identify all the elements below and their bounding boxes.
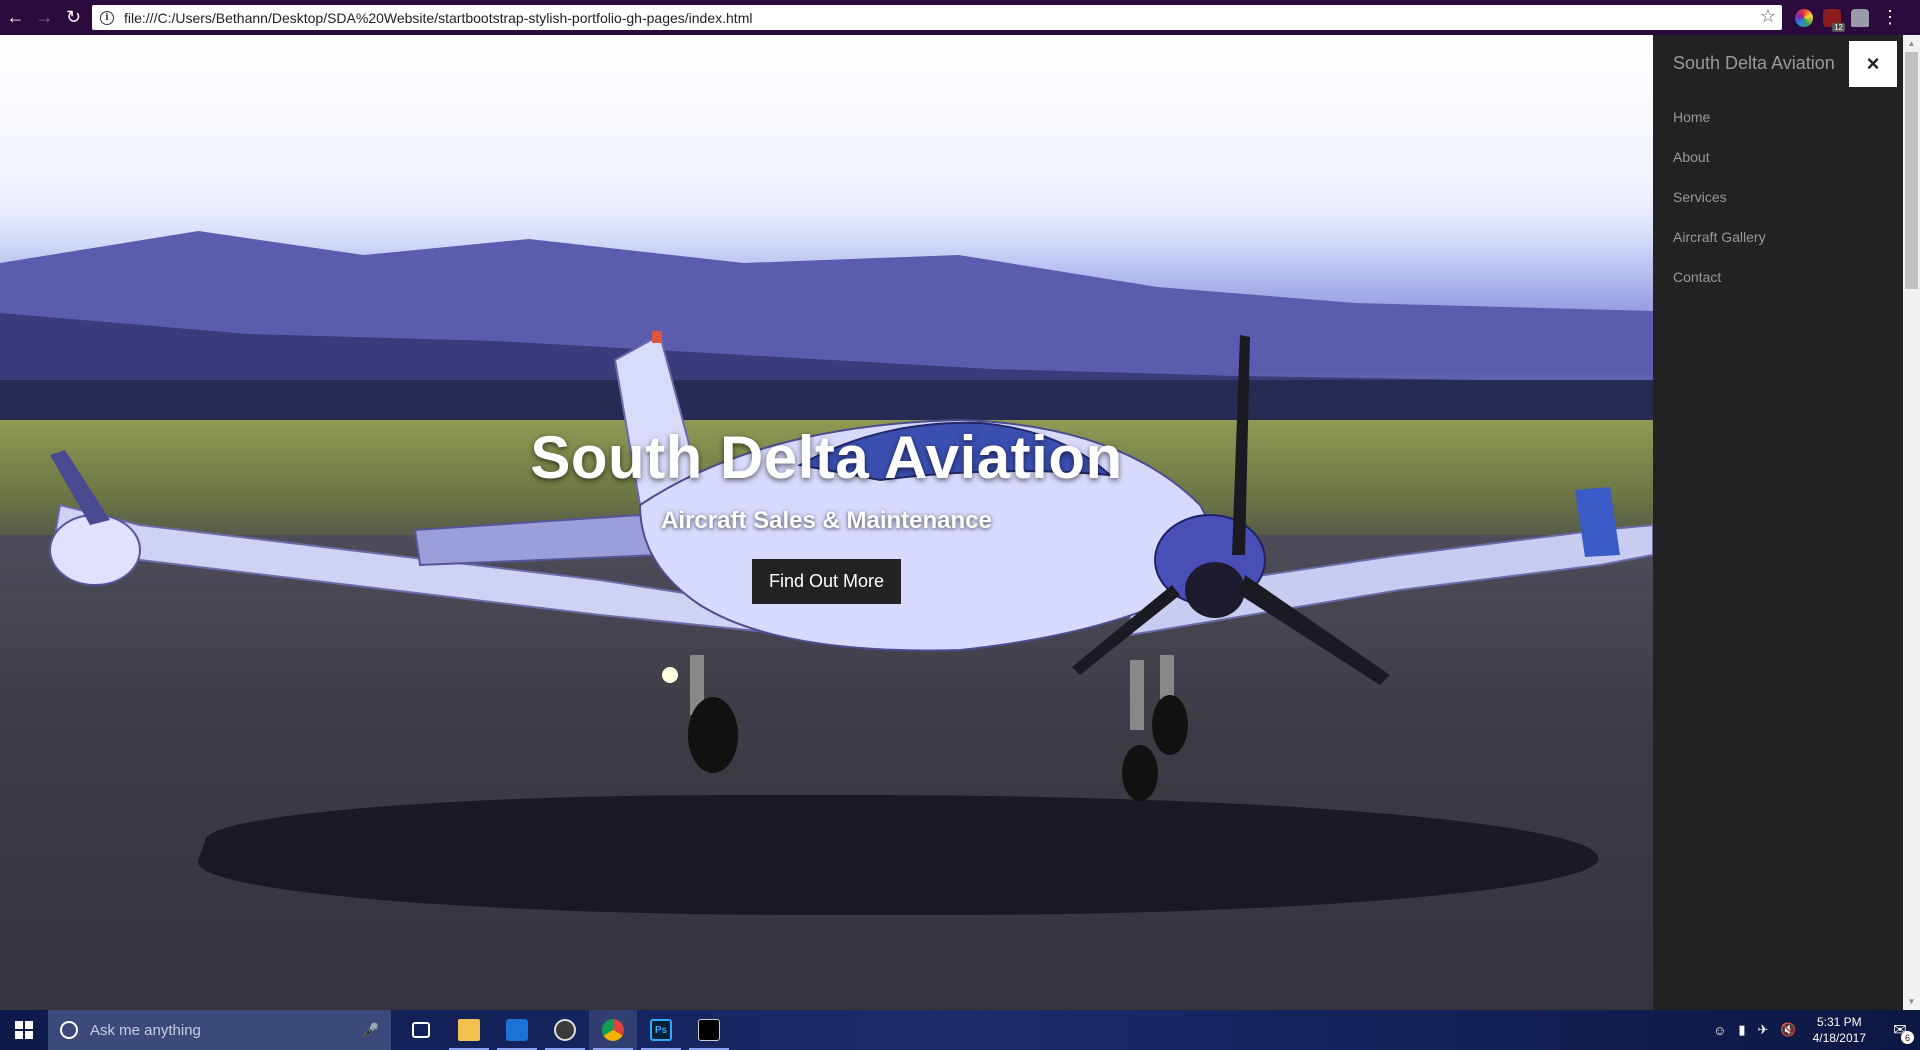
sidebar-item-contact: Contact xyxy=(1673,257,1766,297)
hero-title: South Delta Aviation xyxy=(530,424,1123,491)
ublock-badge: 12 xyxy=(1832,22,1845,32)
search-placeholder[interactable]: Ask me anything xyxy=(90,1022,201,1039)
sidebar-brand[interactable]: South Delta Aviation xyxy=(1673,53,1835,74)
address-bar[interactable]: i file:///C:/Users/Bethann/Desktop/SDA%2… xyxy=(92,5,1782,30)
menu-icon[interactable]: ⋮ xyxy=(1881,7,1899,28)
hero-content: South Delta Aviation Aircraft Sales & Ma… xyxy=(0,423,1653,604)
command-prompt-icon xyxy=(698,1019,720,1041)
network-icon[interactable]: ✈ xyxy=(1758,1022,1769,1038)
sidebar-item-label[interactable]: Contact xyxy=(1673,269,1721,285)
app-icon xyxy=(554,1019,576,1041)
photoshop-icon: Ps xyxy=(650,1019,672,1041)
reload-icon[interactable]: ↻ xyxy=(60,4,87,31)
sidebar-item-about: About xyxy=(1673,137,1766,177)
taskbar-command-prompt[interactable] xyxy=(685,1010,733,1050)
app-icon xyxy=(506,1019,528,1041)
star-icon[interactable]: ☆ xyxy=(1760,6,1776,27)
sidebar-item-label[interactable]: About xyxy=(1673,149,1710,165)
taskbar-photoshop[interactable]: Ps xyxy=(637,1010,685,1050)
browser-toolbar: ← → ↻ i file:///C:/Users/Bethann/Desktop… xyxy=(0,0,1920,35)
system-clock[interactable]: 5:31 PM 4/18/2017 xyxy=(1813,1014,1866,1046)
forward-icon[interactable]: → xyxy=(31,4,58,31)
folder-icon xyxy=(458,1019,480,1041)
battery-icon[interactable]: ▮ xyxy=(1738,1022,1745,1038)
task-view-button[interactable] xyxy=(397,1010,445,1050)
sidebar-item-home: Home xyxy=(1673,97,1766,137)
taskbar-chrome[interactable] xyxy=(589,1010,637,1050)
close-icon[interactable]: × xyxy=(1849,41,1897,87)
taskbar-apps: Ps xyxy=(397,1010,733,1050)
sidebar-item-label[interactable]: Services xyxy=(1673,189,1727,205)
scroll-down-icon[interactable]: ▼ xyxy=(1903,993,1920,1010)
taskbar-app[interactable] xyxy=(541,1010,589,1050)
sidebar-item-label[interactable]: Home xyxy=(1673,109,1710,125)
scroll-up-icon[interactable]: ▲ xyxy=(1903,35,1920,52)
url-text[interactable]: file:///C:/Users/Bethann/Desktop/SDA%20W… xyxy=(124,10,752,26)
scroll-thumb[interactable] xyxy=(1905,52,1918,289)
clock-date: 4/18/2017 xyxy=(1812,1031,1866,1045)
info-icon[interactable]: i xyxy=(100,10,114,25)
ghostery-icon[interactable] xyxy=(1851,8,1869,27)
sidebar-item-aircraft-gallery: Aircraft Gallery xyxy=(1673,217,1766,257)
task-view-icon xyxy=(412,1022,430,1038)
action-center-button[interactable]: ✉ 6 xyxy=(1880,1010,1920,1050)
sidebar-item-label[interactable]: Aircraft Gallery xyxy=(1673,229,1766,245)
clock-time: 5:31 PM xyxy=(1816,1015,1862,1029)
back-icon[interactable]: ← xyxy=(2,4,29,31)
notification-count: 6 xyxy=(1901,1031,1914,1044)
sidebar-item-services: Services xyxy=(1673,177,1766,217)
volume-muted-icon[interactable]: 🔇 xyxy=(1780,1022,1796,1038)
windows-logo-icon xyxy=(15,1021,33,1039)
ublock-icon[interactable]: 12 xyxy=(1823,8,1845,32)
taskbar-app[interactable] xyxy=(493,1010,541,1050)
extension-icons: 12 ⋮ xyxy=(1795,7,1899,32)
find-out-more-button[interactable]: Find Out More xyxy=(751,559,902,604)
color-extension-icon[interactable] xyxy=(1795,8,1813,27)
sidebar-nav: Home About Services Aircraft Gallery Con… xyxy=(1673,97,1766,297)
chrome-icon xyxy=(602,1019,624,1041)
microphone-icon[interactable]: 🎤 xyxy=(362,1022,379,1039)
page-scrollbar[interactable]: ▲ ▼ xyxy=(1903,35,1920,1010)
sidebar-wrapper: South Delta Aviation × Home About Servic… xyxy=(1653,35,1903,1010)
start-button[interactable] xyxy=(0,1010,48,1050)
system-tray: ☺ ▮ ✈ 🔇 5:31 PM 4/18/2017 ✉ 6 xyxy=(1713,1010,1920,1050)
cortana-search-box[interactable]: Ask me anything 🎤 xyxy=(48,1010,391,1050)
taskbar-file-explorer[interactable] xyxy=(445,1010,493,1050)
people-icon[interactable]: ☺ xyxy=(1713,1023,1726,1038)
hero-subtitle: Aircraft Sales & Maintenance xyxy=(661,507,992,534)
hero-section: South Delta Aviation Aircraft Sales & Ma… xyxy=(0,35,1653,1010)
page-viewport: South Delta Aviation Aircraft Sales & Ma… xyxy=(0,35,1920,1010)
cortana-icon xyxy=(60,1021,78,1039)
windows-taskbar: Ask me anything 🎤 Ps ☺ ▮ ✈ 🔇 5:31 PM 4/1… xyxy=(0,1010,1920,1050)
